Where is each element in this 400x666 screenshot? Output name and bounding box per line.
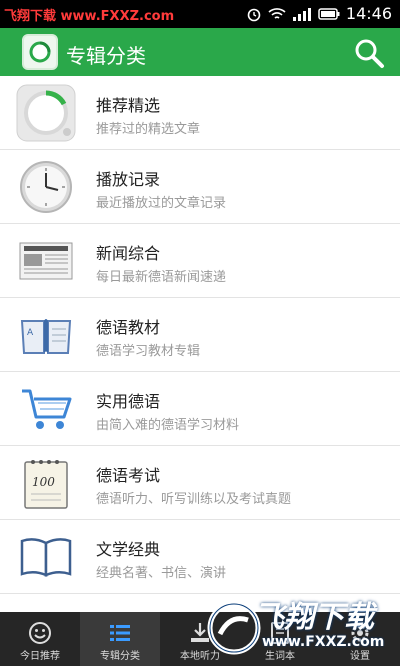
status-bar: 飞翔下载 www.FXXZ.com 14:46 — [0, 0, 400, 28]
status-time: 14:46 — [345, 4, 392, 23]
item-title: 德语教材 — [96, 318, 161, 337]
list-item-news[interactable]: 新闻综合 每日最新德语新闻速递 — [0, 224, 400, 298]
item-title: 推荐精选 — [96, 96, 161, 115]
tab-label: 专辑分类 — [100, 651, 140, 662]
item-subtitle: 经典名著、书信、演讲 — [96, 566, 227, 581]
smiley-icon — [29, 622, 51, 644]
progress-dial-icon — [14, 84, 78, 142]
list-item-textbooks[interactable]: A 德语教材 德语学习教材专辑 — [0, 298, 400, 372]
list-item-play-history[interactable]: 播放记录 最近播放过的文章记录 — [0, 150, 400, 224]
watermark-url: www.FXXZ.com — [262, 634, 385, 650]
app-bar: 专辑分类 — [0, 28, 400, 76]
list-item-recommended[interactable]: 推荐精选 推荐过的精选文章 — [0, 76, 400, 150]
list-icon — [110, 625, 130, 641]
app-logo[interactable] — [22, 34, 58, 70]
status-icons: 14:46 — [246, 4, 392, 23]
list-item-practical[interactable]: 实用德语 由简入难的德语学习材料 — [0, 372, 400, 446]
list-item-literature[interactable]: 文学经典 经典名著、书信、演讲 — [0, 520, 400, 594]
svg-text:100: 100 — [32, 475, 55, 489]
item-title: 实用德语 — [96, 392, 161, 411]
page-title: 专辑分类 — [66, 44, 146, 68]
item-subtitle: 由简入难的德语学习材料 — [96, 418, 240, 433]
clock-icon — [14, 159, 78, 215]
download-site-watermark: 飞翔下载 www.FXXZ.com — [206, 590, 396, 666]
item-subtitle: 德语听力、听写训练以及考试真题 — [96, 492, 292, 507]
item-title: 新闻综合 — [96, 244, 161, 263]
watermark-text: 飞翔下载 www.FXXZ.com — [4, 9, 175, 24]
list-item-exams[interactable]: 100 德语考试 德语听力、听写训练以及考试真题 — [0, 446, 400, 520]
item-subtitle: 每日最新德语新闻速递 — [96, 270, 227, 285]
item-title: 德语考试 — [96, 466, 161, 485]
tab-label: 今日推荐 — [20, 651, 60, 662]
tab-today-recommend[interactable]: 今日推荐 — [0, 612, 80, 666]
item-title: 文学经典 — [96, 540, 161, 559]
item-subtitle: 最近播放过的文章记录 — [96, 196, 227, 211]
tab-album-category[interactable]: 专辑分类 — [80, 612, 160, 666]
item-subtitle: 推荐过的精选文章 — [96, 122, 201, 137]
item-subtitle: 德语学习教材专辑 — [96, 344, 201, 359]
shopping-cart-icon — [14, 381, 78, 437]
battery-icon — [318, 7, 340, 20]
wifi-icon — [268, 7, 286, 19]
signal-icon — [292, 7, 311, 21]
svg-text:A: A — [27, 328, 34, 338]
newspaper-icon — [14, 233, 78, 289]
open-book-icon — [14, 529, 78, 585]
app-logo-icon — [29, 41, 51, 63]
watermark-title: 飞翔下载 — [254, 600, 374, 635]
exam-notepad-icon: 100 — [14, 455, 78, 511]
alarm-icon — [247, 8, 261, 21]
search-icon[interactable] — [352, 36, 386, 70]
item-title: 播放记录 — [96, 170, 161, 189]
textbook-icon: A — [14, 307, 78, 363]
album-category-list: 推荐精选 推荐过的精选文章 播放记录 最近播放过的文章记录 新闻综合 每日最新德… — [0, 76, 400, 612]
